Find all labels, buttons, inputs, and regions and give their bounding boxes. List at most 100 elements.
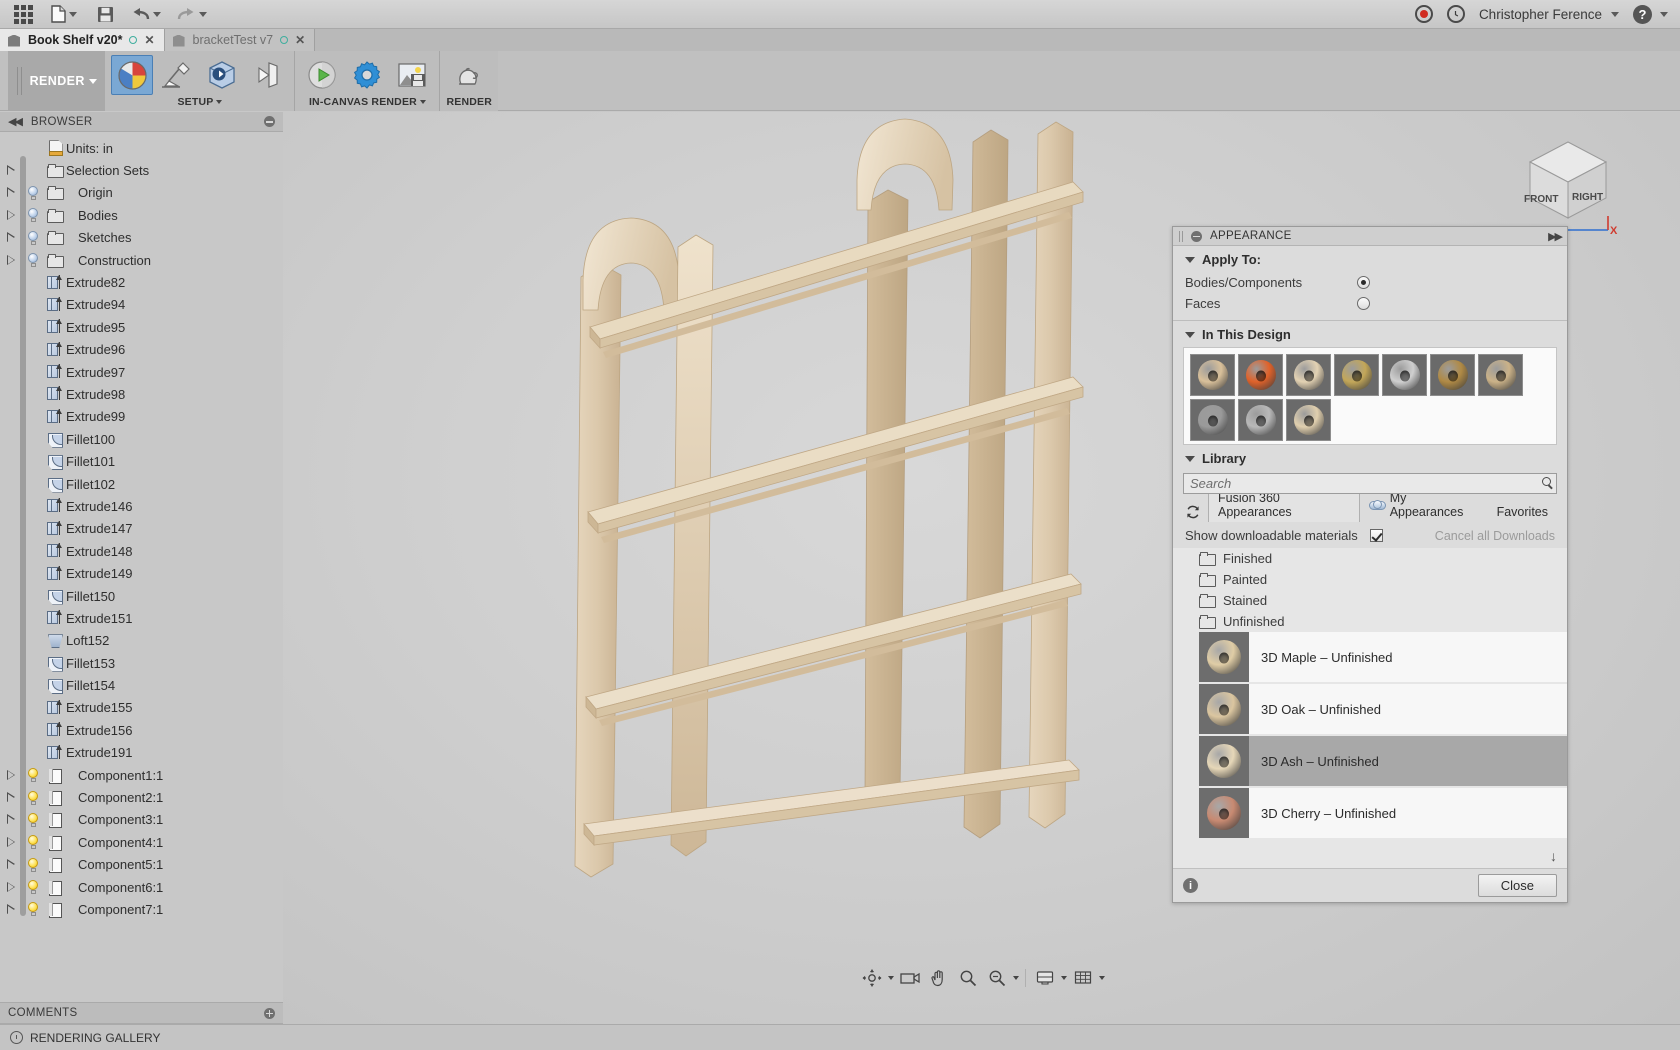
library-folder-unfinished[interactable]: Unfinished	[1173, 611, 1567, 632]
ribbon-group-setup-label[interactable]: SETUP	[177, 96, 223, 108]
browser-tree-item[interactable]: Component1:1	[0, 764, 283, 786]
zoom-window-button[interactable]	[984, 966, 1010, 990]
display-settings-button[interactable]	[1032, 966, 1058, 990]
visibility-slot[interactable]	[22, 207, 44, 223]
app-grid-button[interactable]	[6, 1, 40, 27]
collapse-all-icon[interactable]	[264, 116, 275, 127]
visibility-slot[interactable]	[22, 230, 44, 246]
browser-tree-item[interactable]: Sketches	[0, 227, 283, 249]
library-section-header[interactable]: Library	[1173, 445, 1567, 471]
browser-tree-item[interactable]: Units: in	[0, 137, 283, 159]
job-status-button[interactable]	[1446, 5, 1465, 23]
browser-tree-item[interactable]: Extrude99	[0, 406, 283, 428]
browser-tree-item[interactable]: Extrude156	[0, 719, 283, 741]
in-canvas-render-button[interactable]	[301, 55, 343, 95]
browser-tree-item[interactable]: Fillet100	[0, 428, 283, 450]
browser-tree-item[interactable]: Construction	[0, 249, 283, 271]
maple-unfinished-swatch[interactable]	[1190, 354, 1235, 396]
ribbon-group-render-label[interactable]: RENDER	[446, 96, 492, 108]
radio-bodies-components[interactable]	[1357, 276, 1370, 289]
in-this-design-swatch-grid[interactable]	[1183, 347, 1557, 445]
visibility-slot[interactable]	[22, 901, 44, 917]
add-comment-icon[interactable]	[264, 1007, 275, 1019]
show-downloadable-checkbox[interactable]	[1369, 529, 1383, 542]
chevron-down-icon[interactable]	[1098, 976, 1105, 980]
orbit-button[interactable]	[859, 966, 885, 990]
redo-button[interactable]	[170, 1, 214, 27]
brass-swatch[interactable]	[1334, 354, 1379, 396]
record-screencast-button[interactable]	[1414, 5, 1433, 23]
user-menu-button[interactable]: Christopher Ference	[1479, 7, 1619, 22]
texture-map-controls-button[interactable]	[201, 55, 243, 95]
expand-arrow-slot[interactable]	[0, 859, 22, 870]
orange-paint-swatch[interactable]	[1238, 354, 1283, 396]
library-folder-finished[interactable]: Finished	[1173, 548, 1567, 569]
visibility-slot[interactable]	[22, 834, 44, 850]
black-chrome-swatch[interactable]	[1190, 399, 1235, 441]
library-folder-stained[interactable]: Stained	[1173, 590, 1567, 611]
help-menu-button[interactable]: ?	[1633, 4, 1668, 24]
browser-tree-item[interactable]: Extrude82	[0, 271, 283, 293]
expand-arrow-slot[interactable]	[0, 254, 22, 266]
render-button[interactable]	[448, 55, 490, 95]
browser-tree-item[interactable]: Fillet102	[0, 473, 283, 495]
browser-tree-item[interactable]: Bodies	[0, 204, 283, 226]
collapse-dialog-icon[interactable]	[1191, 230, 1202, 242]
browser-tree-item[interactable]: Extrude146	[0, 495, 283, 517]
browser-tree-item[interactable]: Fillet150	[0, 585, 283, 607]
expand-arrow-slot[interactable]	[0, 165, 22, 176]
pan-button[interactable]	[926, 966, 952, 990]
decal-button[interactable]	[246, 55, 288, 95]
library-list[interactable]: Finished Painted Stained Unfinished 3D Maple…	[1173, 548, 1567, 868]
apply-to-option-bodies[interactable]: Bodies/Components	[1173, 272, 1567, 293]
dark-wood-swatch[interactable]	[1430, 354, 1475, 396]
chevron-down-icon[interactable]	[1060, 976, 1067, 980]
appearance-dialog-titlebar[interactable]: APPEARANCE ▶▶	[1173, 227, 1567, 246]
chrome-swatch[interactable]	[1382, 354, 1427, 396]
expand-arrow-slot[interactable]	[0, 903, 22, 915]
dialog-drag-grip[interactable]	[1179, 230, 1183, 242]
new-document-button[interactable]	[42, 1, 86, 27]
browser-tree-item[interactable]: Fillet153	[0, 652, 283, 674]
browser-tree-item[interactable]: Extrude95	[0, 316, 283, 338]
comments-panel-header[interactable]: COMMENTS	[0, 1002, 283, 1024]
browser-tree-item[interactable]: Extrude151	[0, 607, 283, 629]
expand-arrow-slot[interactable]	[0, 187, 22, 198]
visibility-slot[interactable]	[22, 790, 44, 806]
browser-tree-item[interactable]: Component4:1	[0, 831, 283, 853]
undo-button[interactable]	[124, 1, 168, 27]
search-icon[interactable]	[1542, 477, 1551, 486]
library-folder-painted[interactable]: Painted	[1173, 569, 1567, 590]
grid-snap-button[interactable]	[1070, 966, 1096, 990]
apply-to-section-header[interactable]: Apply To:	[1173, 246, 1567, 272]
visibility-slot[interactable]	[22, 252, 44, 268]
expand-arrow-slot[interactable]	[0, 881, 22, 893]
chevron-down-icon[interactable]	[887, 976, 894, 980]
visibility-slot[interactable]	[22, 185, 44, 201]
library-search-input[interactable]	[1183, 473, 1557, 494]
ash-unfinished-swatch[interactable]	[1286, 399, 1331, 441]
document-tab-book-shelf[interactable]: Book Shelf v20* ✕	[0, 29, 165, 51]
browser-tree-item[interactable]: Component5:1	[0, 854, 283, 876]
browser-tree-item[interactable]: Component3:1	[0, 809, 283, 831]
browser-tree-item[interactable]: Component7:1	[0, 898, 283, 920]
expand-arrow-slot[interactable]	[0, 814, 22, 825]
browser-tree-item[interactable]: Extrude96	[0, 339, 283, 361]
ribbon-group-in-canvas-render-label[interactable]: IN-CANVAS RENDER	[309, 96, 426, 108]
zoom-button[interactable]	[955, 966, 981, 990]
browser-tree-item[interactable]: Extrude147	[0, 518, 283, 540]
close-icon[interactable]: ✕	[295, 34, 305, 46]
close-icon[interactable]: ✕	[144, 34, 154, 46]
library-material-row[interactable]: 3D Oak – Unfinished	[1199, 684, 1567, 734]
workspace-switcher[interactable]: RENDER	[8, 51, 106, 111]
appearance-button[interactable]	[111, 55, 154, 95]
tab-favorites[interactable]: Favorites	[1488, 502, 1557, 522]
browser-tree-item[interactable]: Selection Sets	[0, 159, 283, 181]
browser-tree-item[interactable]: Extrude149	[0, 562, 283, 584]
light-wood-swatch[interactable]	[1286, 354, 1331, 396]
expand-arrow-slot[interactable]	[0, 769, 22, 781]
close-button[interactable]: Close	[1477, 874, 1557, 897]
in-canvas-render-settings-button[interactable]	[346, 55, 388, 95]
expand-dialog-icon[interactable]: ▶▶	[1548, 230, 1563, 243]
browser-tree-item[interactable]: Origin	[0, 182, 283, 204]
